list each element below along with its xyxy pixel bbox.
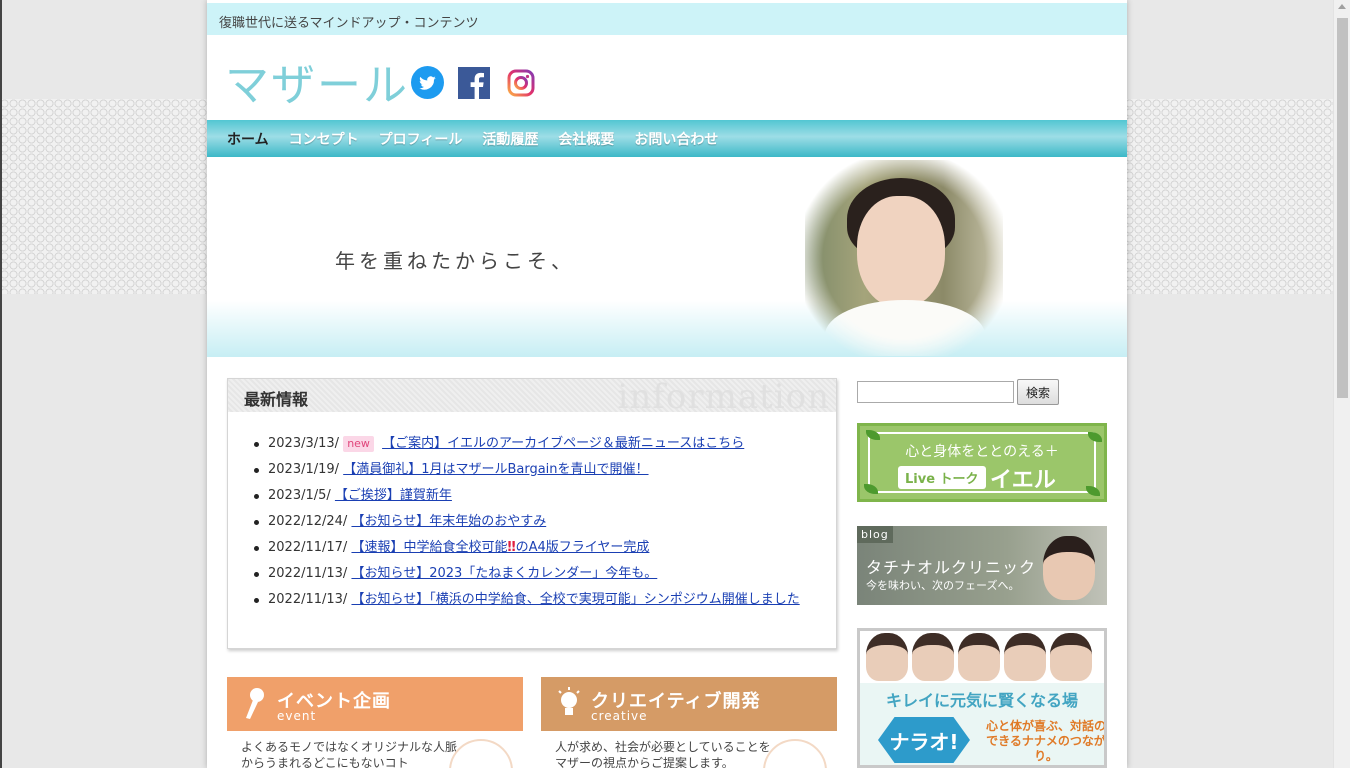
- nav-home[interactable]: ホーム: [217, 129, 279, 149]
- news-item: 2023/3/13/ new 【ご案内】イエルのアーカイブページ＆最新ニュースは…: [252, 434, 836, 460]
- news-date: 2023/3/13/: [268, 436, 340, 451]
- nav-profile[interactable]: プロフィール: [369, 129, 473, 149]
- portrait: [958, 633, 1000, 681]
- news-date: 2022/11/13/: [268, 592, 348, 607]
- news-item: 2023/1/19/ 【満員御礼】1月はマザールBargainを青山で開催！: [252, 460, 836, 486]
- news-link[interactable]: 【ご案内】イエルのアーカイブページ＆最新ニュースはこちら: [382, 436, 744, 451]
- portrait: [912, 633, 954, 681]
- search-input[interactable]: [857, 381, 1014, 403]
- leaf-decoration: [1086, 486, 1100, 496]
- portrait: [1004, 633, 1046, 681]
- news-link[interactable]: 【お知らせ】「横浜の中学給食、全校で実現可能」シンポジウム開催しました: [351, 592, 799, 607]
- creative-card-text: 人が求め、社会が必要としていることをマザーの視点からご提案します。: [555, 740, 771, 768]
- news-item: 2022/11/13/ 【お知らせ】2023「たねまくカレンダー」今年も。: [252, 564, 836, 590]
- hero-banner: 年を重ねたからこそ、: [207, 157, 1127, 357]
- yell-tagline: 心と身体をととのえる＋: [905, 444, 1059, 460]
- news-link[interactable]: 【お知らせ】2023「たねまくカレンダー」今年も。: [351, 566, 657, 581]
- news-date: 2022/11/17/: [268, 540, 348, 555]
- news-link-part1[interactable]: 【速報】中学給食全校可能: [351, 540, 507, 555]
- news-link[interactable]: 【速報】中学給食全校可能‼のA4版フライヤー完成: [351, 540, 649, 555]
- clinic-blog-banner[interactable]: blog タチナオルクリニック 今を味わい、次のフェーズへ。: [857, 526, 1107, 605]
- search-button[interactable]: 検索: [1017, 379, 1059, 405]
- scroll-up-arrow-icon[interactable]: [1338, 4, 1346, 9]
- new-badge: new: [343, 436, 374, 452]
- news-item: 2023/1/5/ 【ご挨拶】謹賀新年: [252, 486, 836, 512]
- news-title: 最新情報: [244, 390, 309, 409]
- yell-live-label: Live トーク: [898, 466, 986, 489]
- portrait: [1050, 633, 1092, 681]
- twitter-icon[interactable]: [411, 66, 444, 99]
- lightbulb-icon: [558, 687, 580, 715]
- yell-name: イエル: [990, 468, 1056, 493]
- news-link[interactable]: 【満員御礼】1月はマザールBargainを青山で開催！: [343, 462, 648, 477]
- news-item: 2022/11/17/ 【速報】中学給食全校可能‼のA4版フライヤー完成: [252, 538, 836, 564]
- blog-tag: blog: [857, 526, 893, 543]
- nav-concept[interactable]: コンセプト: [279, 129, 369, 149]
- site-logo[interactable]: マザール: [225, 49, 409, 113]
- main-content: information 最新情報 2023/3/13/ new 【ご案内】イエル…: [227, 378, 837, 768]
- blog-subtitle: 今を味わい、次のフェーズへ。: [866, 579, 1020, 592]
- news-bg-word: information: [617, 379, 830, 412]
- instagram-icon[interactable]: [507, 69, 535, 97]
- page-container: 復職世代に送るマインドアップ・コンテンツ マザール ホーム コンセプト プロフィ…: [207, 0, 1127, 768]
- news-item: 2022/12/24/ 【お知らせ】年末年始のおやすみ: [252, 512, 836, 538]
- creative-card-header[interactable]: クリエイティブ開発 creative: [541, 677, 837, 731]
- creative-card-sub: creative: [591, 709, 648, 723]
- news-date: 2022/11/13/: [268, 566, 348, 581]
- microphone-icon: [246, 688, 264, 719]
- vertical-scrollbar[interactable]: [1333, 0, 1350, 768]
- narao-text: 心と体が喜ぶ、対話のできるナナメのつながり。: [986, 719, 1107, 763]
- narao-headline: キレイに元気に賢くなる場: [885, 691, 1078, 710]
- narao-logo: ナラオ!: [878, 717, 970, 763]
- news-item: 2022/11/13/ 【お知らせ】「横浜の中学給食、全校で実現可能」シンポジウ…: [252, 590, 836, 616]
- narao-body: キレイに元気に賢くなる場 ナラオ! 心と体が喜ぶ、対話のできるナナメのつながり。: [860, 683, 1104, 765]
- news-date: 2023/1/19/: [268, 462, 340, 477]
- narao-portraits: [860, 631, 1104, 681]
- event-card[interactable]: イベント企画 event よくあるモノではなくオリジナルな人脈からうまれるどこに…: [227, 677, 523, 768]
- blog-title: タチナオルクリニック: [866, 558, 1037, 577]
- news-link[interactable]: 【ご挨拶】謹賀新年: [335, 488, 452, 503]
- nav-company[interactable]: 会社概要: [548, 129, 624, 149]
- narao-banner[interactable]: キレイに元気に賢くなる場 ナラオ! 心と体が喜ぶ、対話のできるナナメのつながり。: [857, 628, 1107, 768]
- creative-card[interactable]: クリエイティブ開発 creative 人が求め、社会が必要としていることをマザー…: [541, 677, 837, 768]
- news-link[interactable]: 【お知らせ】年末年始のおやすみ: [351, 514, 546, 529]
- news-date: 2023/1/5/: [268, 488, 331, 503]
- news-link-part2[interactable]: のA4版フライヤー完成: [516, 540, 650, 555]
- news-date: 2022/12/24/: [268, 514, 348, 529]
- news-header: information 最新情報: [228, 379, 836, 412]
- event-card-text: よくあるモノではなくオリジナルな人脈からうまれるどこにもないコト: [241, 740, 458, 768]
- facebook-icon[interactable]: [458, 67, 490, 99]
- header: マザール: [207, 35, 1127, 120]
- event-card-sub: event: [277, 709, 317, 723]
- window-edge: [0, 0, 2, 768]
- news-list: 2023/3/13/ new 【ご案内】イエルのアーカイブページ＆最新ニュースは…: [228, 412, 836, 616]
- portrait: [866, 633, 908, 681]
- hero-text: 年を重ねたからこそ、: [335, 249, 575, 273]
- event-card-header[interactable]: イベント企画 event: [227, 677, 523, 731]
- tagline: 復職世代に送るマインドアップ・コンテンツ: [207, 0, 1127, 35]
- blog-portrait: [1043, 536, 1095, 600]
- nav-history[interactable]: 活動履歴: [472, 129, 548, 149]
- yell-banner[interactable]: 心と身体をととのえる＋ Live トーク イエル: [857, 423, 1107, 502]
- news-box: information 最新情報 2023/3/13/ new 【ご案内】イエル…: [227, 378, 837, 649]
- scrollbar-thumb[interactable]: [1337, 18, 1348, 398]
- main-nav: ホーム コンセプト プロフィール 活動履歴 会社概要 お問い合わせ: [207, 120, 1127, 157]
- exclamation-icon: ‼: [507, 540, 516, 555]
- nav-contact[interactable]: お問い合わせ: [624, 129, 728, 149]
- hero-photo: [805, 160, 1003, 357]
